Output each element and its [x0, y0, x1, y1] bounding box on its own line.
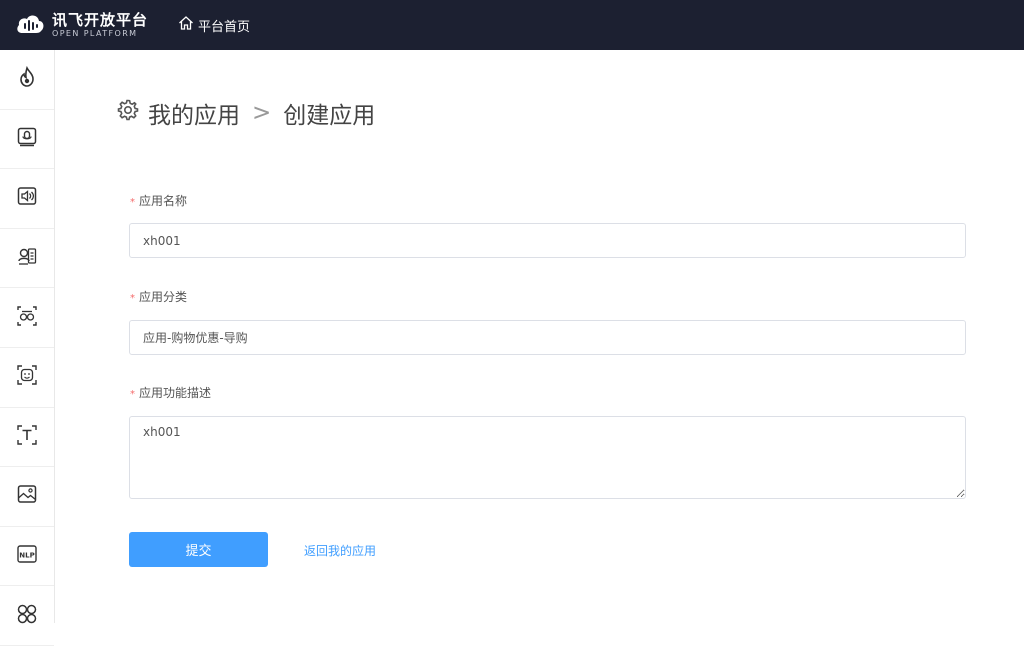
submit-button[interactable]: 提交	[129, 532, 268, 567]
sidebar-item-text-recognition[interactable]	[0, 408, 54, 468]
sidebar-item-hot[interactable]	[0, 50, 54, 110]
logo-subtitle: OPEN PLATFORM	[52, 28, 138, 38]
sidebar-item-voiceprint[interactable]	[0, 288, 54, 348]
breadcrumb: 我的应用 > 创建应用	[116, 96, 375, 130]
voiceprint-icon	[16, 305, 38, 331]
required-mark: *	[130, 389, 135, 400]
required-mark: *	[130, 197, 135, 208]
back-to-my-apps-link[interactable]: 返回我的应用	[304, 542, 376, 559]
sidebar-item-voice-document[interactable]	[0, 229, 54, 289]
home-icon	[178, 15, 198, 35]
app-description-label: * 应用功能描述	[130, 384, 211, 401]
nlp-icon: NLP	[16, 543, 38, 569]
sidebar-item-nlp[interactable]: NLP	[0, 527, 54, 587]
microphone-icon	[16, 126, 38, 152]
sidebar-item-speech-recognition[interactable]	[0, 110, 54, 170]
logo-cloud-icon	[14, 9, 46, 41]
home-link-label: 平台首页	[198, 19, 251, 35]
sidebar-item-more-apps[interactable]	[0, 586, 54, 646]
face-document-icon	[16, 245, 38, 271]
top-navigation-bar: 讯飞开放平台 OPEN PLATFORM 平台首页	[0, 0, 1024, 50]
text-recognition-icon	[16, 424, 38, 450]
app-name-label: * 应用名称	[130, 192, 187, 209]
gear-icon	[116, 98, 140, 128]
app-category-label-text: 应用分类	[139, 290, 188, 304]
app-category-label: * 应用分类	[130, 288, 187, 305]
main-content: 我的应用 > 创建应用 * 应用名称 * 应用分类 * 应用功能描述 xh001 提交…	[56, 50, 1024, 623]
platform-home-link[interactable]: 平台首页	[178, 15, 250, 35]
app-description-textarea[interactable]: xh001	[129, 416, 966, 499]
app-name-input[interactable]	[129, 223, 966, 258]
nlp-icon-text: NLP	[19, 552, 34, 560]
breadcrumb-my-apps[interactable]: 我的应用	[148, 96, 240, 130]
sidebar-item-image-recognition[interactable]	[0, 467, 54, 527]
speaker-icon	[16, 185, 38, 211]
app-name-label-text: 应用名称	[139, 194, 188, 208]
apps-grid-icon	[16, 603, 38, 629]
page-title: 创建应用	[283, 103, 376, 129]
app-category-input[interactable]	[129, 320, 966, 355]
logo-title: 讯飞开放平台	[52, 10, 149, 29]
required-mark: *	[130, 293, 135, 304]
face-scan-icon	[16, 364, 38, 390]
sidebar-item-speech-synthesis[interactable]	[0, 169, 54, 229]
image-icon	[16, 483, 38, 509]
breadcrumb-separator: >	[252, 100, 272, 126]
logo[interactable]: 讯飞开放平台 OPEN PLATFORM	[14, 0, 148, 50]
sidebar-item-face-recognition[interactable]	[0, 348, 54, 408]
sidebar: NLP	[0, 50, 55, 646]
flame-icon	[16, 66, 38, 92]
app-description-label-text: 应用功能描述	[139, 386, 212, 400]
